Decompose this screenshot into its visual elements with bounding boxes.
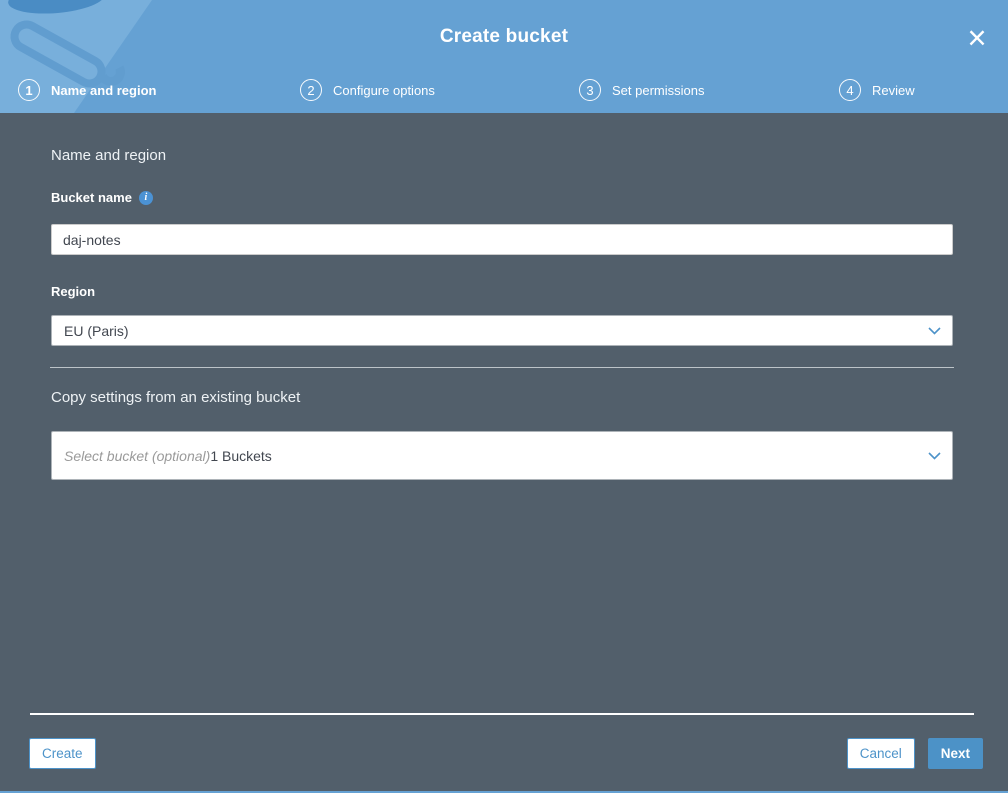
chevron-down-icon [928, 451, 941, 460]
dialog-title: Create bucket [439, 26, 569, 47]
step-configure-options[interactable]: 2 Configure options [300, 79, 435, 101]
step-name-and-region[interactable]: 1 Name and region [18, 79, 156, 101]
create-button[interactable]: Create [29, 738, 96, 769]
copy-settings-heading: Copy settings from an existing bucket [51, 389, 301, 406]
step-3-label: Set permissions [612, 82, 705, 98]
step-set-permissions[interactable]: 3 Set permissions [579, 79, 704, 101]
next-button[interactable]: Next [927, 738, 983, 769]
region-select[interactable]: EU (Paris) [51, 315, 953, 346]
step-1-circle: 1 [18, 79, 40, 101]
step-3-circle: 3 [579, 79, 601, 101]
info-icon[interactable]: i [138, 190, 153, 205]
region-label: Region [51, 284, 96, 299]
bucket-rim-shape [6, 0, 107, 18]
step-4-label: Review [872, 82, 915, 98]
step-review[interactable]: 4 Review [839, 79, 915, 101]
step-1-label: Name and region [51, 82, 157, 98]
chevron-down-icon [928, 326, 941, 335]
close-icon[interactable]: × [958, 18, 996, 56]
bucket-name-input[interactable] [51, 224, 953, 255]
dialog-header: Create bucket × 1 Name and region 2 Conf… [0, 0, 1008, 113]
footer-divider [30, 713, 974, 715]
bucket-select-placeholder: Select bucket (optional) [64, 447, 211, 464]
bucket-name-label: Bucket name i [51, 190, 153, 205]
step-2-circle: 2 [300, 79, 322, 101]
step-2-label: Configure options [333, 82, 435, 98]
section-divider [50, 367, 954, 368]
section-heading-name-and-region: Name and region [51, 147, 167, 164]
bucket-count-text: 1 Buckets [210, 447, 272, 464]
region-selected-value: EU (Paris) [64, 322, 129, 339]
cancel-button[interactable]: Cancel [846, 738, 915, 769]
step-4-circle: 4 [839, 79, 861, 101]
copy-settings-bucket-select[interactable]: Select bucket (optional) 1 Buckets [51, 431, 953, 480]
footer: Create Cancel Next [29, 738, 983, 769]
create-bucket-dialog: Create bucket × 1 Name and region 2 Conf… [0, 0, 1008, 793]
